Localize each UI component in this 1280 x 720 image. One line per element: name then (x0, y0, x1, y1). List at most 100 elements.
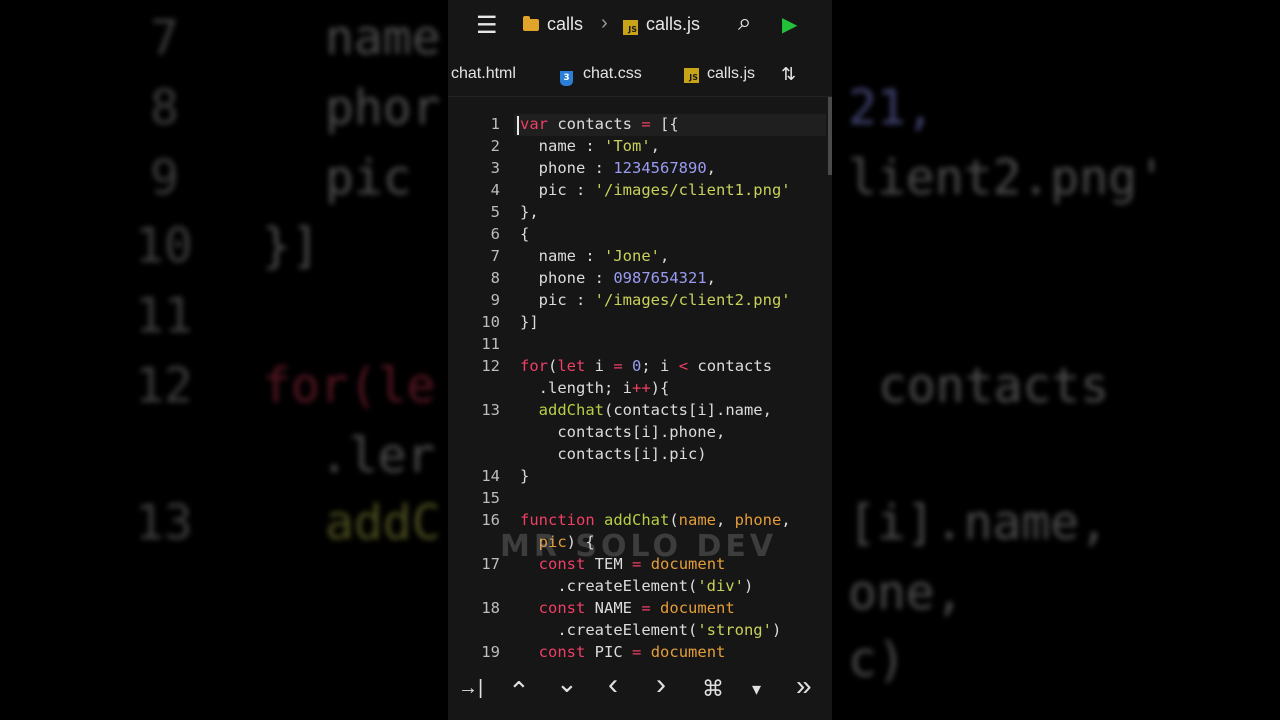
code-token: = (641, 115, 651, 133)
code-token: ){ (650, 379, 670, 397)
code-token: 1234567890 (613, 159, 707, 177)
code-token: , (706, 159, 716, 177)
code-line: } (520, 467, 529, 485)
bg-code-text: phor (325, 80, 441, 136)
more-icon[interactable]: » (796, 670, 812, 702)
tab-label: chat.css (583, 65, 642, 82)
arrow-right-icon[interactable]: › (656, 668, 666, 702)
code-token: ( (669, 511, 679, 529)
arrow-left-icon[interactable]: ‹ (608, 668, 618, 702)
code-line: const NAME = document (520, 599, 735, 617)
bg-code-text: addC (325, 495, 441, 551)
code-editor[interactable]: 1 2 3 4 5 6 7 8 9 10 11 12 13 14 15 16 17 18 19 var contac… (448, 97, 832, 664)
arrow-down-icon[interactable]: ⌄ (556, 668, 578, 699)
code-token: i (585, 357, 614, 375)
code-line: var contacts = [{ (520, 115, 679, 133)
text-cursor (517, 116, 519, 135)
code-token: contacts[i].phone, (520, 423, 726, 441)
bg-code-text: for(le (262, 358, 436, 414)
bg-code-text: pic (325, 150, 412, 206)
bg-line-number: 9 (150, 150, 179, 206)
top-toolbar: ☰ calls › JS calls.js ⌕ ▶ (448, 0, 832, 50)
breadcrumb-file[interactable]: JS calls.js (623, 14, 700, 35)
line-number: 4 (490, 181, 500, 199)
line-number: 13 (481, 401, 500, 419)
dropdown-icon[interactable]: ▾ (752, 679, 761, 700)
bg-code-text: name (325, 10, 441, 66)
code-line: }, (520, 203, 539, 221)
code-token: addChat (604, 511, 670, 529)
tab-chat-html[interactable]: chat.html (451, 52, 516, 96)
scrollbar-thumb[interactable] (828, 97, 832, 175)
line-number: 15 (481, 489, 500, 507)
folder-icon (523, 16, 539, 31)
code-token: , (660, 247, 670, 265)
css-file-icon: 3 (560, 71, 573, 86)
code-line: .length; i++){ (520, 379, 670, 397)
code-line: addChat(contacts[i].name, (520, 401, 772, 419)
code-token: 'Tom' (604, 137, 651, 155)
code-token: contacts[i].pic) (520, 445, 707, 463)
bg-line-number: 10 (135, 218, 193, 274)
code-token: document (660, 599, 735, 617)
code-line: { (520, 225, 529, 243)
code-token: }, (520, 203, 539, 221)
line-number: 19 (481, 643, 500, 661)
command-icon[interactable]: ⌘ (702, 676, 724, 702)
line-number: 9 (490, 291, 500, 309)
code-line: for(let i = 0; i < contacts (520, 357, 772, 375)
sort-tabs-icon[interactable]: ⇅ (781, 52, 796, 96)
bg-line-number: 13 (135, 495, 193, 551)
code-token: 'strong' (697, 621, 772, 639)
code-token: '/images/client2.png' (594, 291, 791, 309)
code-line: contacts[i].pic) (520, 445, 707, 463)
bg-code-text: lient2.png' (848, 150, 1166, 206)
code-token: , (781, 511, 791, 529)
line-number: 7 (490, 247, 500, 265)
tab-chat-css[interactable]: 3 chat.css (560, 52, 642, 96)
code-line: .createElement('div') (520, 577, 753, 595)
code-token: 0 (632, 357, 642, 375)
line-number: 1 (490, 115, 500, 133)
code-token: PIC (585, 643, 633, 661)
code-token: NAME (585, 599, 642, 617)
bg-line-number: 8 (150, 80, 179, 136)
line-number: 3 (490, 159, 500, 177)
line-number: 10 (481, 313, 500, 331)
menu-icon[interactable]: ☰ (476, 11, 498, 40)
code-token: }] (520, 313, 539, 331)
code-line: contacts[i].phone, (520, 423, 725, 441)
code-token: name : (520, 137, 604, 155)
line-number: 5 (490, 203, 500, 221)
search-icon[interactable]: ⌕ (738, 9, 751, 37)
run-icon[interactable]: ▶ (782, 12, 797, 37)
code-editor-app: ☰ calls › JS calls.js ⌕ ▶ chat.html 3 chat… (448, 0, 832, 720)
arrow-up-icon[interactable]: ⌃ (508, 676, 530, 707)
bg-code-text: c) (848, 632, 906, 688)
code-token: name : (520, 247, 604, 265)
code-token: ) (743, 577, 754, 595)
file-tabs: chat.html 3 chat.css JS calls.js ⇅ (448, 52, 832, 97)
code-token: (contacts[i].name, (604, 401, 772, 419)
line-number: 14 (481, 467, 500, 485)
tab-key-icon[interactable]: →| (458, 677, 483, 700)
code-token: 0987654321 (613, 269, 707, 287)
code-token: [{ (650, 115, 679, 133)
code-token: contacts (688, 357, 773, 375)
bg-line-number: 7 (150, 10, 179, 66)
tab-calls-js[interactable]: JS calls.js (684, 52, 755, 96)
keyboard-accessory-bar: →| ⌃ ⌄ ‹ › ⌘ ▾ » (448, 664, 832, 720)
code-token: phone : (520, 269, 614, 287)
code-token: phone : (520, 159, 614, 177)
breadcrumb-folder[interactable]: calls (523, 14, 583, 35)
code-token: var (520, 115, 548, 133)
bg-code-text: 21, (848, 80, 935, 136)
code-token: phone (734, 511, 782, 529)
code-token: = (632, 643, 642, 661)
code-token: ++ (631, 379, 651, 397)
